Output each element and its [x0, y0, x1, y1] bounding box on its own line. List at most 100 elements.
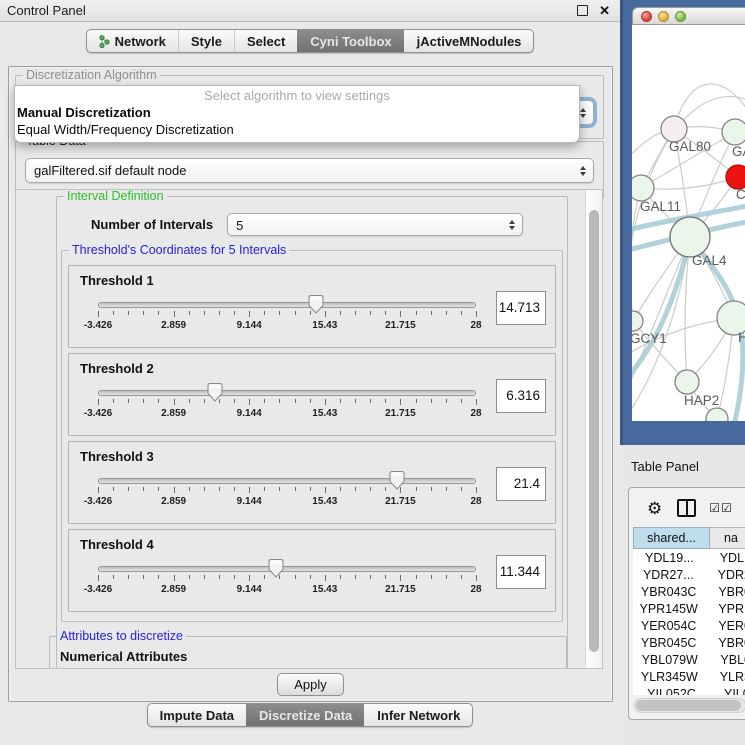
table-row[interactable]: YDR27...YDR2 — [633, 566, 745, 583]
discretization-algorithm-label: Discretization Algorithm — [23, 68, 160, 82]
table-data-combobox-value: galFiltered.sif default node — [26, 159, 593, 182]
network-canvas[interactable]: GAL80GACGAL11GAL4GCY1HHAP2 — [632, 25, 745, 421]
close-icon[interactable]: ✕ — [599, 4, 610, 17]
threshold-slider[interactable]: -3.4262.8599.14415.4321.71528 — [98, 478, 476, 520]
table-data-combobox[interactable]: galFiltered.sif default node — [25, 158, 594, 183]
threshold-slider[interactable]: -3.4262.8599.14415.4321.71528 — [98, 566, 476, 608]
threshold-value-field[interactable]: 21.4 — [496, 467, 546, 501]
threshold-value-field[interactable]: 6.316 — [496, 379, 546, 413]
tab-infer-network[interactable]: Infer Network — [364, 704, 472, 726]
network-node-bottom-node[interactable] — [706, 408, 728, 421]
apply-button[interactable]: Apply — [277, 673, 344, 696]
cell-name: YPR1 — [704, 600, 745, 617]
tab-label: Infer Network — [377, 708, 460, 723]
tab-discretize-data[interactable]: Discretize Data — [246, 704, 364, 726]
node-label: GAL4 — [692, 253, 727, 268]
table-row[interactable]: YBR043CYBR0 — [633, 583, 745, 600]
node-label: GAL80 — [669, 139, 711, 154]
cell-shared-name: YDL19... — [633, 549, 706, 566]
vertical-scrollbar[interactable] — [585, 190, 602, 668]
interval-definition-group: Interval Definition Number of Intervals … — [56, 196, 568, 669]
tab-impute-data[interactable]: Impute Data — [148, 704, 246, 726]
threshold-value-field[interactable]: 14.713 — [496, 291, 546, 325]
slider-track[interactable] — [98, 478, 476, 484]
titlebar-icons: ✕ — [577, 4, 610, 17]
network-view-window: GAL80GACGAL11GAL4GCY1HHAP2 — [620, 0, 745, 445]
threshold-row: -3.4262.8599.14415.4321.71528 14.713 — [78, 290, 546, 344]
threshold-panel-threshold-3: Threshold 3 -3.4262.8599.14415.4321.71528… — [68, 441, 556, 524]
float-window-icon[interactable] — [577, 5, 588, 16]
node-label: H — [738, 330, 745, 345]
scale-label: 9.144 — [237, 408, 262, 419]
table-row[interactable]: YBL079WYBL0 — [633, 651, 745, 668]
tab-label: Style — [191, 34, 222, 49]
scale-label: 21.715 — [385, 584, 416, 595]
cell-name: YDL1 — [706, 549, 745, 566]
table-row[interactable]: YBR045CYBR0 — [633, 634, 745, 651]
select-columns-icon[interactable]: ☑☑ — [709, 501, 733, 515]
columns-icon[interactable] — [677, 499, 696, 517]
scale-label: 2.859 — [161, 408, 186, 419]
combobox-arrows-icon — [580, 108, 586, 118]
scale-label: 9.144 — [237, 584, 262, 595]
network-node-ga-partial[interactable] — [722, 119, 745, 145]
cyni-toolbox-panel: Discretization Algorithm Table Data galF… — [8, 66, 613, 702]
column-header-name[interactable]: na — [710, 527, 745, 549]
threshold-value-field[interactable]: 11.344 — [496, 555, 546, 589]
threshold-label: Threshold 1 — [80, 273, 546, 288]
tab-style[interactable]: Style — [178, 30, 234, 52]
dropdown-item-manual-discretization[interactable]: Manual Discretization — [15, 104, 579, 121]
table-row[interactable]: YDL19...YDL1 — [633, 549, 745, 566]
node-label: C — [736, 187, 745, 202]
threshold-label: Threshold 3 — [80, 449, 546, 464]
table-row[interactable]: YIL052CYIL0 — [633, 685, 745, 695]
vertical-scrollbar-thumb[interactable] — [589, 210, 599, 652]
tab-network[interactable]: Network — [87, 30, 178, 52]
tab-jactivemnodules[interactable]: jActiveMNodules — [404, 30, 534, 52]
zoom-traffic-light-icon[interactable] — [675, 11, 686, 22]
control-panel-titlebar: Control Panel ✕ — [0, 0, 620, 22]
network-node-gal11[interactable] — [632, 175, 654, 201]
threshold-slider[interactable]: -3.4262.8599.14415.4321.71528 — [98, 390, 476, 432]
bottom-tabbar: Impute DataDiscretize Data Infer Network — [0, 703, 620, 727]
cell-shared-name: YBR045C — [633, 634, 704, 651]
threshold-slider[interactable]: -3.4262.8599.14415.4321.71528 — [98, 302, 476, 344]
slider-track[interactable] — [98, 302, 476, 308]
cell-name: YBR0 — [704, 583, 745, 600]
scale-label: 21.715 — [385, 496, 416, 507]
scale-label: 28 — [470, 320, 481, 331]
column-header-shared-name[interactable]: shared... — [633, 527, 710, 549]
attributes-group-label: Attributes to discretize — [57, 629, 186, 643]
close-traffic-light-icon[interactable] — [641, 11, 652, 22]
table-row[interactable]: YPR145WYPR1 — [633, 600, 745, 617]
numerical-attributes-title: Numerical Attributes — [60, 649, 558, 664]
horizontal-scrollbar[interactable] — [634, 698, 745, 713]
cell-name: YER0 — [704, 617, 745, 634]
cell-shared-name: YBL079W — [633, 651, 706, 668]
scale-label: 9.144 — [237, 496, 262, 507]
slider-track[interactable] — [98, 390, 476, 396]
slider-track[interactable] — [98, 566, 476, 572]
tab-select[interactable]: Select — [234, 30, 297, 52]
tab-cyni-toolbox[interactable]: Cyni Toolbox — [297, 30, 403, 52]
slider-scale-labels: -3.4262.8599.14415.4321.71528 — [98, 496, 476, 508]
tab-label: Select — [247, 34, 285, 49]
table-row[interactable]: YER054CYER0 — [633, 617, 745, 634]
network-node-gcy1[interactable] — [632, 311, 643, 331]
minimize-traffic-light-icon[interactable] — [658, 11, 669, 22]
gear-icon[interactable]: ⚙ — [647, 500, 662, 517]
scale-label: 15.43 — [312, 408, 337, 419]
dropdown-item-equal-width-frequency-discretization[interactable]: Equal Width/Frequency Discretization — [15, 121, 579, 138]
cell-shared-name: YPR145W — [633, 600, 704, 617]
table-row[interactable]: YLR345WYLR3 — [633, 668, 745, 685]
horizontal-scrollbar-thumb[interactable] — [636, 700, 741, 711]
network-node-gal4[interactable] — [670, 217, 710, 257]
threshold-row: -3.4262.8599.14415.4321.71528 11.344 — [78, 554, 546, 608]
apply-row: Apply — [9, 673, 612, 696]
network-window-titlebar[interactable] — [632, 7, 745, 25]
cell-shared-name: YDR27... — [633, 566, 704, 583]
number-of-intervals-combobox[interactable]: 5 — [227, 213, 523, 236]
slider-ticks — [98, 575, 476, 582]
network-node-hap2[interactable] — [675, 370, 699, 394]
network-node-red-node[interactable] — [726, 165, 745, 189]
